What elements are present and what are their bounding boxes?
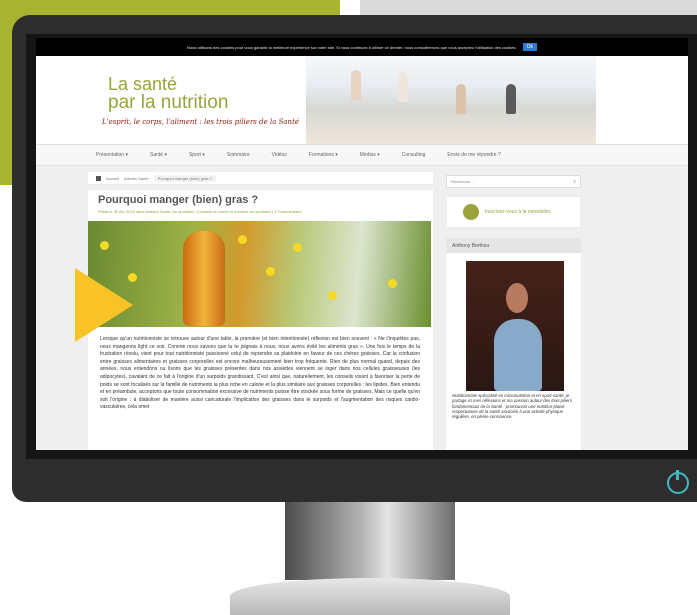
nav-item-sport[interactable]: Sport ▾ (189, 152, 205, 158)
yellow-triangle-decoration (75, 268, 133, 342)
author-heading: Anthony Berthou (446, 238, 581, 253)
newsletter-widget[interactable]: Inscrivez-vous à la newsletter (446, 196, 581, 228)
breadcrumb-home[interactable]: Accueil (106, 176, 119, 181)
cookie-banner: Nous utilisons des cookies pour vous gar… (36, 38, 688, 56)
site-header: La santé par la nutrition L'esprit, le c… (36, 56, 688, 144)
nav-item-contact[interactable]: Envie de me répondre ? (447, 152, 500, 158)
author-widget: Nutritionniste spécialisé en micronutrit… (446, 253, 581, 450)
nav-item-videos[interactable]: Vidéos (272, 152, 287, 158)
monitor-stand-neck (285, 502, 455, 580)
home-icon[interactable] (96, 175, 101, 181)
nav-item-formations[interactable]: Formations ▾ (309, 152, 338, 158)
post-title[interactable]: Pourquoi manger (bien) gras ? (98, 194, 258, 206)
breadcrumb: Accueil Articles Santé Pourquoi manger (… (88, 172, 433, 184)
monitor-stand-base (230, 578, 510, 615)
cookie-ok-button[interactable]: Ok (522, 43, 537, 51)
nav-item-consulting[interactable]: Consulting (402, 152, 426, 158)
post-hero-image (88, 221, 431, 327)
nav-item-medias[interactable]: Médias ▾ (360, 152, 380, 158)
browser-screen: Nous utilisons des cookies pour vous gar… (36, 38, 688, 450)
site-tagline: L'esprit, le corps, l'aliment : les troi… (102, 118, 300, 126)
main-content: Accueil Articles Santé Pourquoi manger (… (88, 172, 433, 450)
post-article: Pourquoi manger (bien) gras ? Posté le 3… (88, 190, 433, 450)
mail-icon (463, 204, 479, 220)
oil-bottle-shape (183, 231, 225, 326)
cookie-text: Nous utilisons des cookies pour vous gar… (187, 44, 517, 50)
search-input[interactable]: Recherche… ⚲ (446, 175, 581, 188)
newsletter-label[interactable]: Inscrivez-vous à la newsletter (485, 209, 551, 215)
site-title-line2[interactable]: par la nutrition (108, 92, 228, 114)
search-placeholder: Recherche… (451, 179, 475, 184)
post-meta: Posté le 30 Avr 2015 dans Articles Santé… (98, 209, 302, 214)
nav-item-sommaire[interactable]: Sommaire (227, 152, 250, 158)
breadcrumb-category[interactable]: Articles Santé (124, 176, 149, 181)
search-icon[interactable]: ⚲ (573, 179, 576, 184)
nav-item-sante[interactable]: Santé ▾ (150, 152, 167, 158)
nav-item-presentation[interactable]: Présentation ▾ (96, 152, 128, 158)
main-nav: Présentation ▾ Santé ▾ Sport ▾ Sommaire … (36, 144, 688, 166)
author-bio: Nutritionniste spécialisé en micronutrit… (452, 393, 572, 420)
author-photo (466, 261, 564, 391)
power-icon[interactable] (667, 470, 689, 494)
sidebar: Recherche… ⚲ Inscrivez-vous à la newslet… (446, 175, 581, 450)
breadcrumb-current: Pourquoi manger (bien) gras ? (153, 174, 216, 182)
beach-runners-image (306, 56, 596, 144)
post-body: Lorsque qu'un nutritionniste se retrouve… (100, 336, 420, 411)
